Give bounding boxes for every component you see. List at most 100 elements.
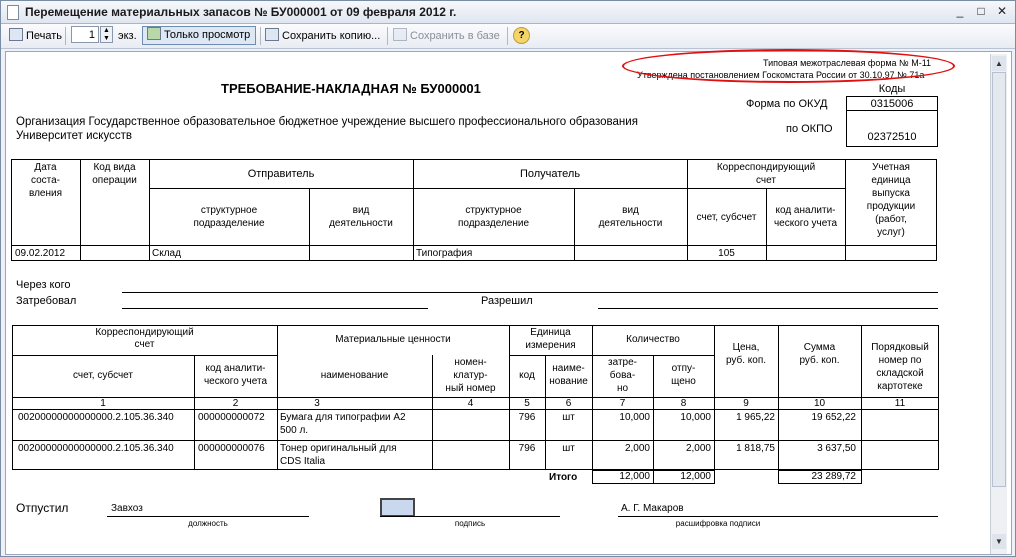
row2-price: 1 818,75 xyxy=(736,443,775,454)
sender-activity-1: вид xyxy=(352,205,370,216)
unit-header-4: продукции xyxy=(866,201,916,212)
row2-unit: шт xyxy=(562,443,575,454)
okpo-label: по ОКПО xyxy=(786,123,833,135)
head-row-date: 09.02.2012 xyxy=(15,248,66,259)
analytic-header-1: код аналити- xyxy=(775,205,836,216)
vertical-scrollbar[interactable]: ▲ ▼ xyxy=(990,54,1007,554)
head-row-account: 105 xyxy=(718,248,735,259)
released-position: Завхоз xyxy=(111,503,143,514)
signature-caption: подпись xyxy=(454,519,486,528)
receiver-struct-1: структурное xyxy=(465,205,522,216)
document-window: Перемещение материальных запасов № БУ000… xyxy=(0,0,1016,557)
corr-account-header-2: счет xyxy=(756,175,776,186)
released-name: А. Г. Макаров xyxy=(621,503,684,514)
op-header-1: Код вида xyxy=(93,162,136,173)
database-icon xyxy=(393,28,407,41)
copies-stepper[interactable]: ▲ ▼ xyxy=(100,26,113,43)
sum-header-1: Сумма xyxy=(803,342,836,353)
analytic-header-2: ческого учета xyxy=(773,218,838,229)
signature-field[interactable] xyxy=(380,498,415,517)
unit-measure-header-1: Единица xyxy=(530,327,571,338)
row2-requested: 2,000 xyxy=(624,443,650,454)
nomen-header-3: ный номер xyxy=(445,383,496,394)
row2-analytic: 000000000076 xyxy=(198,443,265,454)
receiver-activity-1: вид xyxy=(622,205,639,216)
seq-header-1: Порядковый xyxy=(871,342,929,353)
row1-code: 796 xyxy=(518,412,536,423)
unit-header-3: выпуска xyxy=(872,188,910,199)
row1-sum: 19 652,22 xyxy=(811,412,857,423)
receiver-activity-2: деятельности xyxy=(598,218,663,229)
organization-line-2: Университет искусств xyxy=(16,130,132,142)
unit-header-1: Учетная xyxy=(872,162,910,173)
row2-code: 796 xyxy=(518,443,536,454)
corr-account-header-1: Корреспондирующий xyxy=(716,162,816,173)
items-corr-header-2: счет xyxy=(134,339,155,350)
copies-input[interactable]: 1 xyxy=(71,26,99,43)
requested-header-2: бова- xyxy=(609,370,636,381)
col-num-9: 9 xyxy=(743,398,749,409)
row1-account: 00200000000000000.2.105.36.340 xyxy=(18,412,174,423)
allowed-label: Разрешил xyxy=(481,295,533,307)
col-num-5: 5 xyxy=(524,398,530,409)
op-header-2: операции xyxy=(92,175,137,186)
price-header-1: Цена, xyxy=(732,342,760,353)
values-header: Материальные ценности xyxy=(335,334,451,345)
name-caption: расшифровка подписи xyxy=(675,519,761,528)
seq-header-2: номер по xyxy=(878,355,922,366)
row2-account: 00200000000000000.2.105.36.340 xyxy=(18,443,174,454)
view-only-icon xyxy=(147,27,161,40)
organization-line-1: Организация Государственное образователь… xyxy=(16,116,638,128)
row1-name-2: 500 л. xyxy=(280,425,309,436)
okpo-value: 02372510 xyxy=(867,131,917,143)
help-button[interactable]: ? xyxy=(513,27,530,44)
item-name-header: наименование xyxy=(320,370,389,381)
window-title: Перемещение материальных запасов № БУ000… xyxy=(25,5,457,19)
receiver-struct-2: подразделение xyxy=(457,218,530,229)
view-only-toggle[interactable]: Только просмотр xyxy=(142,26,256,45)
minimize-button[interactable]: _ xyxy=(951,4,969,19)
unit-header-2: единица xyxy=(871,175,911,186)
save-copy-button[interactable]: Сохранить копию... xyxy=(265,27,380,45)
head-row-sender-unit: Склад xyxy=(152,248,181,259)
row2-released: 2,000 xyxy=(685,443,711,454)
row1-unit: шт xyxy=(562,412,575,423)
receiver-header: Получатель xyxy=(519,168,581,180)
date-header-2: соста- xyxy=(30,175,61,186)
red-highlight-oval xyxy=(622,49,955,83)
seq-header-4: картотеке xyxy=(877,381,923,392)
document-icon xyxy=(7,5,19,20)
save-to-db-button[interactable]: Сохранить в базе xyxy=(393,27,500,45)
scrollbar-thumb[interactable] xyxy=(992,72,1006,487)
nomen-header-1: номен- xyxy=(454,357,487,368)
unit-name-header-1: наиме- xyxy=(552,363,585,374)
maximize-button[interactable]: □ xyxy=(972,4,990,19)
print-button[interactable]: Печать xyxy=(9,27,62,45)
unit-name-header-2: нование xyxy=(549,376,588,387)
col-num-1: 1 xyxy=(100,398,106,409)
total-label: Итого xyxy=(549,472,578,483)
row2-sum: 3 637,50 xyxy=(817,443,856,454)
date-header-3: вления xyxy=(28,188,62,199)
title-bar: Перемещение материальных запасов № БУ000… xyxy=(1,1,1015,24)
released-header-2: щено xyxy=(671,376,696,387)
okud-label: Форма по ОКУД xyxy=(746,98,828,110)
scroll-up-icon[interactable]: ▲ xyxy=(992,56,1006,71)
toolbar-separator xyxy=(387,27,388,45)
col-num-3: 3 xyxy=(314,398,320,409)
toolbar-separator xyxy=(260,27,261,45)
items-analytic-header-2: ческого учета xyxy=(203,376,268,387)
copies-unit: экз. xyxy=(118,30,137,42)
save-icon xyxy=(265,28,279,41)
row2-name-1: Тонер оригинальный для xyxy=(280,443,397,454)
okud-value: 0315006 xyxy=(870,98,914,110)
close-button[interactable]: ✕ xyxy=(993,4,1011,19)
seq-header-3: складской xyxy=(876,368,924,379)
scroll-down-icon[interactable]: ▼ xyxy=(992,534,1006,549)
col-num-11: 11 xyxy=(894,398,906,409)
col-num-7: 7 xyxy=(619,398,626,409)
items-analytic-header-1: код аналити- xyxy=(205,363,266,374)
col-num-2: 2 xyxy=(232,398,239,409)
sender-header: Отправитель xyxy=(247,168,315,180)
sender-activity-2: деятельности xyxy=(329,218,393,229)
